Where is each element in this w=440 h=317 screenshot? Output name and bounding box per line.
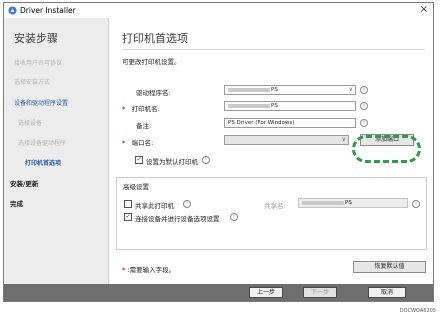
info-icon[interactable]: i: [360, 119, 368, 127]
comment-label: 备注:: [136, 122, 152, 130]
port-name-label: * 端口名:: [122, 137, 153, 147]
chevron-down-icon: ∨: [348, 86, 353, 93]
masked-text: [228, 87, 270, 92]
info-icon[interactable]: i: [360, 102, 368, 110]
required-mark: *: [122, 105, 126, 113]
sidebar-item-license: 接收用户许可协议: [14, 60, 63, 67]
default-printer-label: 设置为默认打印机: [146, 158, 198, 166]
info-icon[interactable]: i: [230, 213, 238, 221]
sidebar-title: 安装步骤: [14, 32, 58, 45]
advanced-settings-group: 高级设置 共享此打印机 i 共享名: PS i ✓ 连接设备并进行设备选项设置 …: [116, 177, 427, 250]
driver-name-suffix: PS: [271, 87, 278, 93]
sidebar-item-device-driver-settings: 设备和驱动程序设置: [14, 100, 69, 107]
restore-defaults-button[interactable]: 恢复默认值: [353, 261, 426, 273]
close-icon[interactable]: ×: [420, 4, 428, 15]
printer-name-label-text: 打印机名:: [131, 105, 160, 113]
share-printer-checkbox[interactable]: [124, 200, 132, 208]
window-title: Driver Installer: [20, 6, 76, 15]
comment-input[interactable]: PS Driver (For Windows): [224, 118, 356, 128]
port-name-label-text: 端口名:: [131, 139, 154, 147]
share-name-suffix: PS: [345, 200, 352, 206]
next-button[interactable]: 下一步: [303, 287, 337, 298]
info-icon[interactable]: i: [183, 200, 191, 208]
info-icon[interactable]: i: [202, 156, 210, 164]
sidebar-item-install-method: 选择安装方式: [14, 79, 51, 86]
page-title: 打印机首选项: [122, 32, 188, 45]
share-printer-label: 共享此打印机: [135, 202, 174, 210]
sidebar-item-select-device: 选择设备: [18, 120, 43, 127]
sidebar-item-select-driver: 选择设备驱动程序: [18, 140, 67, 147]
advanced-settings-title: 高级设置: [123, 183, 149, 191]
app-icon: [8, 6, 17, 15]
chevron-down-icon: ∨: [341, 136, 346, 143]
share-name-input[interactable]: PS: [298, 198, 408, 208]
auto-config-checkbox[interactable]: ✓: [124, 213, 132, 221]
required-note-text: :需要输入字段。: [127, 266, 176, 274]
auto-config-label: 连接设备并进行设备选项设置: [135, 215, 220, 223]
printer-name-label: * 打印机名:: [122, 103, 160, 113]
title-bar: Driver Installer ×: [4, 3, 433, 19]
info-icon[interactable]: i: [360, 86, 368, 94]
back-button[interactable]: 上一步: [249, 287, 283, 298]
main-panel: 打印机首选项 可更改打印机设置。 驱动程序名: PS ∨ i * 打印机名: P…: [109, 18, 433, 284]
figure-code: DOCWOA6205: [399, 308, 436, 314]
sidebar-item-install-update: 安装/更新: [10, 180, 39, 188]
page-description: 可更改打印机设置。: [122, 58, 181, 66]
driver-name-label: 驱动程序名:: [136, 89, 171, 97]
driver-name-select[interactable]: PS ∨: [224, 85, 356, 95]
required-mark: *: [122, 266, 126, 274]
info-icon[interactable]: i: [412, 200, 420, 208]
required-mark: *: [122, 139, 126, 147]
title-divider: [122, 49, 425, 50]
port-name-select[interactable]: ∨: [224, 135, 349, 145]
required-note: * :需要输入字段。: [122, 264, 175, 274]
cancel-button[interactable]: 取消: [368, 287, 406, 298]
add-port-highlight: [352, 135, 421, 163]
masked-text: [302, 200, 344, 205]
installer-window: Driver Installer × 安装步骤 接收用户许可协议 选择安装方式 …: [3, 2, 434, 302]
navigation-bar: 上一步 下一步 取消: [4, 284, 433, 301]
masked-text: [228, 103, 270, 108]
printer-name-input[interactable]: PS: [224, 101, 356, 111]
share-name-label: 共享名:: [264, 202, 286, 210]
sidebar-item-printer-preferences: 打印机首选项: [25, 160, 62, 167]
step-sidebar: 安装步骤 接收用户许可协议 选择安装方式 设备和驱动程序设置 选择设备 选择设备…: [4, 18, 109, 284]
printer-name-suffix: PS: [271, 103, 278, 109]
default-printer-checkbox[interactable]: ✓: [135, 156, 143, 164]
sidebar-item-finish: 完成: [10, 200, 23, 208]
